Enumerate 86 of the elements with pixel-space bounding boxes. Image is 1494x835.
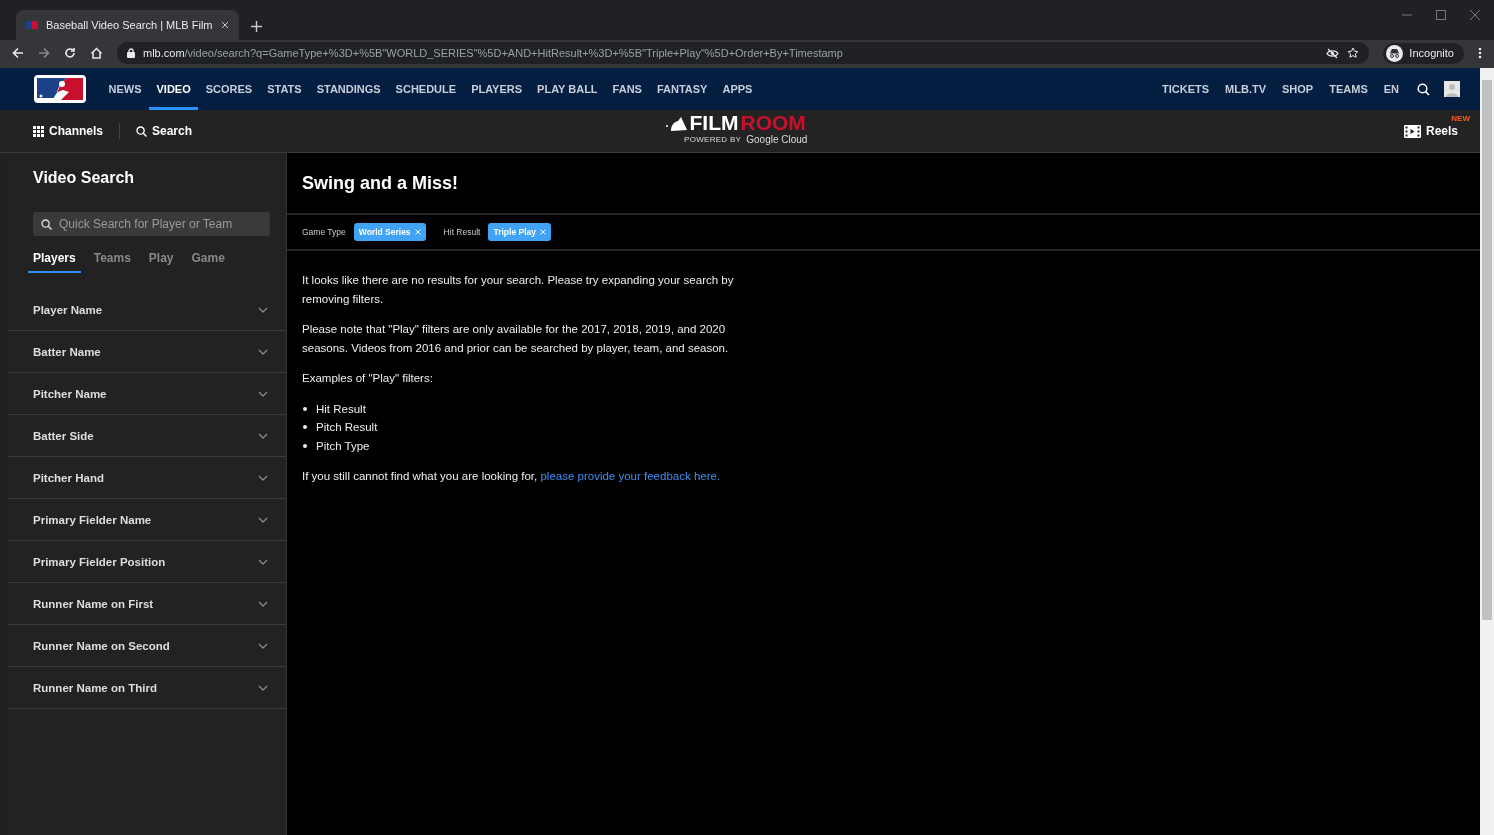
bullet-icon	[303, 425, 307, 430]
nav-link[interactable]: STANDINGS	[309, 68, 389, 110]
home-icon[interactable]	[90, 47, 103, 59]
filter-row[interactable]: Player Name	[8, 289, 286, 331]
search-icon[interactable]	[1417, 82, 1430, 96]
channels-button[interactable]: Channels	[33, 124, 103, 138]
scrollbar[interactable]	[1480, 68, 1494, 835]
chevron-down-icon	[258, 600, 268, 607]
filter-label: Game Type	[302, 227, 346, 237]
new-label: NEW	[1451, 114, 1470, 123]
browser-tab[interactable]: Baseball Video Search | MLB Film	[16, 10, 239, 40]
tab-title: Baseball Video Search | MLB Film	[46, 19, 213, 31]
search-button[interactable]: Search	[136, 124, 193, 138]
close-icon[interactable]	[1470, 10, 1480, 20]
nav-link[interactable]: TICKETS	[1154, 83, 1218, 95]
nav-link[interactable]: FANS	[605, 68, 650, 110]
chevron-down-icon	[258, 516, 268, 523]
quick-search-field[interactable]: Quick Search for Player or Team	[33, 212, 270, 236]
message-paragraph: It looks like there are no results for your search. Please try expanding your search by removing filters.	[302, 273, 735, 307]
nav-link[interactable]: NEWS	[101, 68, 149, 110]
filter-tab[interactable]: Play	[143, 245, 179, 273]
filter-row[interactable]: Pitcher Hand	[8, 457, 286, 499]
filter-tab[interactable]: Teams	[88, 245, 136, 273]
menu-icon[interactable]	[1478, 47, 1482, 59]
filter-tab[interactable]: Players	[28, 245, 81, 273]
results-title: Swing and a Miss!	[287, 153, 1480, 215]
message-paragraph: Please note that "Play" filters are only available for the 2017, 2018, 2019, and 2020 seasons. Videos from 2016 and prior can be searched by player, team, and season.	[302, 322, 730, 356]
chevron-down-icon	[258, 642, 268, 649]
film-room-logo[interactable]: FILM ROOM POWERED BY Google Cloud	[664, 112, 808, 145]
search-icon	[41, 218, 52, 230]
filter-row[interactable]: Primary Fielder Name	[8, 499, 286, 541]
close-icon[interactable]	[220, 21, 229, 29]
incognito-profile-button[interactable]: Incognito	[1383, 42, 1464, 64]
eye-slash-icon[interactable]	[1326, 47, 1340, 59]
url-text: mlb.com/video/search?q=GameType+%3D+%5B"WORLD_SERIES"%5D+AND+HitResult+%3D+%5B"Triple+Play"%5D+Order+By+Timestamp	[143, 47, 843, 59]
chevron-down-icon	[258, 684, 268, 691]
reload-icon[interactable]	[64, 47, 76, 59]
address-bar[interactable]: mlb.com/video/search?q=GameType+%3D+%5B"WORLD_SERIES"%5D+AND+HitResult+%3D+%5B"Triple+Play"%5D+Order+By+Timestamp	[117, 42, 1370, 64]
example-item: Hit Result	[316, 401, 366, 417]
filter-row[interactable]: Primary Fielder Position	[8, 541, 286, 583]
back-arrow-icon[interactable]	[12, 47, 24, 59]
filter-row[interactable]: Batter Name	[8, 331, 286, 373]
search-icon	[136, 125, 147, 137]
feedback-paragraph: If you still cannot find what you are looking for, please provide your feedback here.	[302, 469, 722, 484]
nav-link[interactable]: SCORES	[198, 68, 260, 110]
new-tab-icon[interactable]	[250, 21, 262, 32]
maximize-icon[interactable]	[1436, 10, 1446, 20]
feedback-link[interactable]: please provide your feedback here.	[540, 470, 721, 482]
reels-button[interactable]: Reels	[1403, 124, 1458, 138]
star-icon[interactable]	[1347, 47, 1360, 59]
sidebar-title: Video Search	[32, 168, 136, 187]
bullet-icon	[303, 443, 307, 448]
filter-tab[interactable]: Game	[186, 245, 230, 273]
chevron-down-icon	[258, 474, 268, 481]
example-item: Pitch Type	[316, 438, 370, 454]
nav-link[interactable]: STATS	[259, 68, 310, 110]
filter-row[interactable]: Runner Name on Third	[8, 667, 286, 709]
message-paragraph: Examples of "Play" filters:	[302, 371, 434, 386]
film-icon	[1403, 124, 1421, 138]
nav-link[interactable]: MLB.TV	[1217, 83, 1275, 95]
chevron-down-icon	[258, 306, 268, 313]
grid-icon	[33, 125, 44, 137]
incognito-icon	[1386, 44, 1404, 62]
nav-link[interactable]: SCHEDULE	[388, 68, 464, 110]
nav-link[interactable]: FANTASY	[649, 68, 715, 110]
favicon-icon	[26, 21, 38, 29]
nav-link[interactable]: TEAMS	[1321, 83, 1376, 95]
lock-icon	[127, 48, 135, 58]
nav-link[interactable]: PLAYERS	[463, 68, 530, 110]
filter-row[interactable]: Pitcher Name	[8, 373, 286, 415]
chevron-down-icon	[258, 432, 268, 439]
filter-row[interactable]: Runner Name on Second	[8, 625, 286, 667]
example-item: Pitch Result	[316, 420, 378, 435]
bullet-icon	[303, 406, 307, 411]
filter-label: Hit Result	[443, 227, 481, 237]
chevron-down-icon	[258, 348, 268, 355]
nav-link[interactable]: APPS	[714, 68, 760, 110]
filter-row[interactable]: Runner Name on First	[8, 583, 286, 625]
chevron-down-icon	[258, 390, 268, 397]
chevron-down-icon	[258, 558, 268, 565]
nav-link[interactable]: PLAY BALL	[529, 68, 606, 110]
forward-arrow-icon[interactable]	[38, 47, 50, 59]
nav-link[interactable]: SHOP	[1274, 83, 1322, 95]
logo-icon[interactable]	[33, 74, 87, 104]
filter-row[interactable]: Batter Side	[8, 415, 286, 457]
nav-link[interactable]: EN	[1375, 83, 1407, 95]
